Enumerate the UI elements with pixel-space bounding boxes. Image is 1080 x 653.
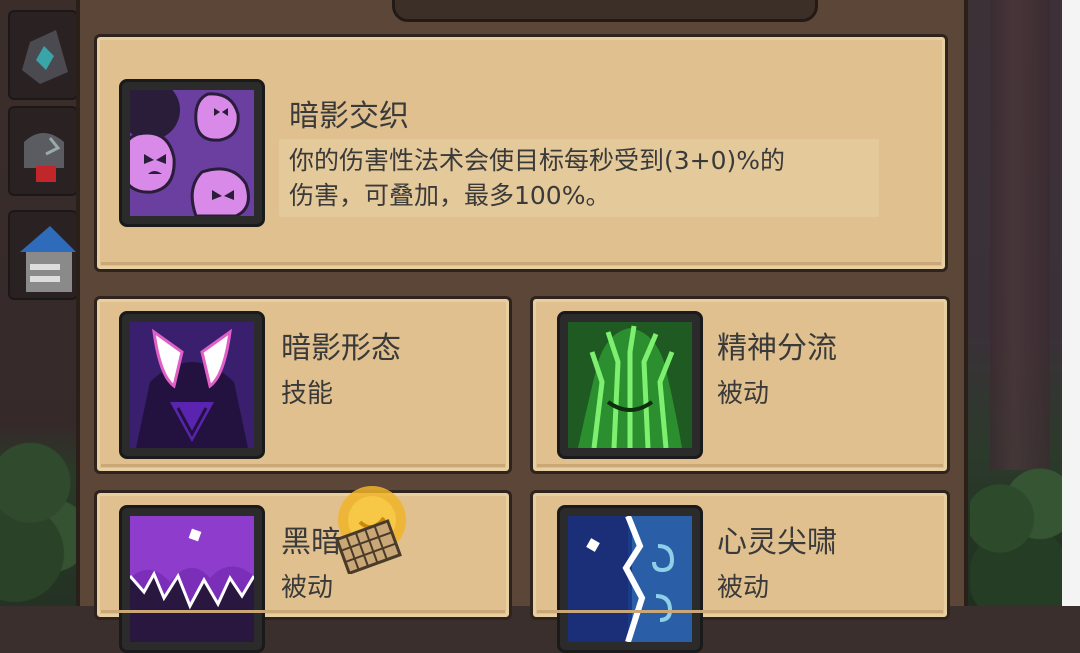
floating-coin-icon[interactable] [334, 482, 410, 576]
psychic-scream-icon [557, 505, 703, 653]
tree-trunk [990, 0, 1050, 470]
skill-card-psychic-scream[interactable]: 心灵尖啸 被动 [530, 490, 950, 653]
skill-card-mind-split[interactable]: 精神分流 被动 [530, 296, 950, 474]
description-line-2: 伤害，可叠加，最多100%。 [289, 181, 611, 210]
skill-card-darkness[interactable]: 黑暗 被动 [94, 490, 512, 653]
skill-type-mind-split: 被动 [717, 379, 770, 409]
featured-skill-card[interactable]: 暗影交织 你的伤害性法术会使目标每秒受到(3+0)%的 伤害，可叠加，最多100… [94, 34, 948, 272]
description-line-1: 你的伤害性法术会使目标每秒受到(3+0)%的 [289, 146, 786, 175]
skill-type-shadow-form: 技能 [281, 379, 334, 409]
right-bush [970, 460, 1070, 606]
skill-name-darkness: 黑暗 [281, 525, 341, 560]
featured-skill-title: 暗影交织 [289, 99, 409, 134]
skill-name-shadow-form: 暗影形态 [281, 331, 401, 366]
left-background [0, 0, 78, 606]
skill-name-mind-split: 精神分流 [717, 331, 837, 366]
shadow-form-icon [119, 311, 265, 459]
featured-skill-description: 你的伤害性法术会使目标每秒受到(3+0)%的 伤害，可叠加，最多100%。 [289, 143, 785, 213]
purple-skulls-icon [119, 79, 265, 227]
mind-split-icon [557, 311, 703, 459]
skill-type-darkness: 被动 [281, 573, 334, 603]
screen-edge [1062, 0, 1080, 606]
left-bush [0, 430, 76, 606]
skill-name-psychic-scream: 心灵尖啸 [717, 525, 837, 560]
panel-header-plate [392, 0, 818, 22]
side-rune-icon[interactable] [8, 10, 78, 100]
side-house-icon[interactable] [8, 210, 78, 300]
skill-card-shadow-form[interactable]: 暗影形态 技能 [94, 296, 512, 474]
darkness-icon [119, 505, 265, 653]
side-helmet-icon[interactable] [8, 106, 78, 196]
skill-type-psychic-scream: 被动 [717, 573, 770, 603]
